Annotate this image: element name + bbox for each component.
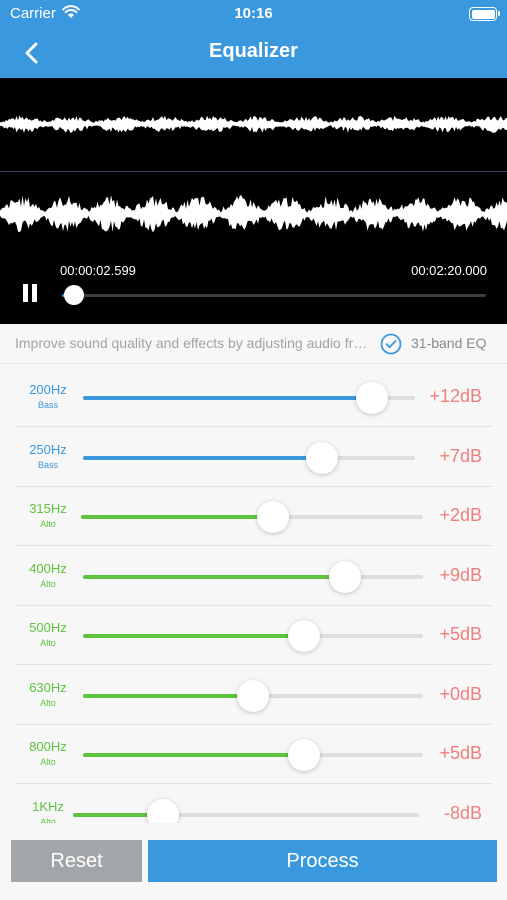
pause-icon[interactable] bbox=[21, 284, 39, 302]
band-slider[interactable] bbox=[83, 739, 423, 771]
band-slider-thumb[interactable] bbox=[306, 441, 338, 474]
band-row: 250Hz Bass +7dB bbox=[15, 427, 492, 487]
band-list: 200Hz Bass +12dB 250Hz Bass +7dB 315Hz Alto +2dB… bbox=[15, 367, 492, 823]
band-row: 1KHz Alto -8dB bbox=[15, 784, 492, 824]
band-gain: +9dB bbox=[439, 564, 482, 585]
page-title: Equalizer bbox=[209, 40, 298, 62]
band-slider-fill bbox=[81, 515, 273, 519]
band-slider-fill bbox=[83, 574, 345, 579]
band-slider[interactable] bbox=[73, 798, 419, 823]
band-slider-thumb[interactable] bbox=[288, 620, 320, 652]
band-slider-fill bbox=[83, 753, 304, 757]
channel-divider bbox=[0, 171, 507, 172]
waveform[interactable] bbox=[0, 78, 507, 258]
current-time: 00:00:02.599 bbox=[60, 263, 136, 278]
band-gain: +5dB bbox=[439, 624, 482, 644]
band-slider-thumb[interactable] bbox=[257, 501, 289, 533]
band-slider-fill bbox=[83, 693, 253, 698]
band-slider-fill bbox=[83, 634, 304, 638]
band-slider-thumb[interactable] bbox=[356, 382, 388, 414]
band-gain: +12dB bbox=[429, 386, 482, 406]
band-row: 500Hz Alto +5dB bbox=[15, 605, 492, 665]
band-gain: -8dB bbox=[443, 802, 482, 823]
clock: 10:16 bbox=[234, 5, 273, 22]
waveform-channel-right bbox=[0, 195, 507, 233]
band-type: Alto bbox=[40, 697, 56, 708]
band-slider-fill bbox=[83, 455, 322, 460]
process-button[interactable]: Process bbox=[148, 840, 497, 882]
band-slider-thumb[interactable] bbox=[237, 679, 269, 712]
band-type: Alto bbox=[40, 519, 56, 529]
reset-button[interactable]: Reset bbox=[11, 840, 142, 882]
band-type: Alto bbox=[40, 638, 56, 648]
band-gain: +7dB bbox=[439, 445, 482, 466]
band-row: 200Hz Bass +12dB bbox=[15, 367, 492, 427]
band-slider[interactable] bbox=[81, 501, 423, 533]
band-slider-thumb[interactable] bbox=[288, 739, 320, 771]
band-frequency: 800Hz bbox=[29, 739, 67, 754]
band-slider-thumb[interactable] bbox=[147, 798, 179, 823]
band-gain: +2dB bbox=[439, 505, 482, 525]
audio-player: 00:00:02.599 00:02:20.000 bbox=[0, 78, 507, 324]
band-slider[interactable] bbox=[83, 679, 423, 712]
eq-mode-label[interactable]: 31-band EQ bbox=[411, 335, 487, 351]
band-frequency: 400Hz bbox=[29, 560, 67, 576]
battery-icon bbox=[469, 7, 500, 21]
eq-info-bar: Improve sound quality and effects by adj… bbox=[0, 324, 507, 364]
action-bar: Reset Process bbox=[0, 825, 507, 900]
band-row: 800Hz Alto +5dB bbox=[15, 724, 492, 784]
band-type: Alto bbox=[40, 816, 56, 824]
band-type: Alto bbox=[40, 757, 56, 767]
band-slider-fill bbox=[83, 396, 372, 400]
band-frequency: 315Hz bbox=[29, 501, 67, 516]
seek-thumb[interactable] bbox=[64, 285, 85, 305]
status-bar: Carrier 10:16 bbox=[0, 0, 507, 28]
band-type: Bass bbox=[37, 459, 58, 470]
band-frequency: 630Hz bbox=[29, 679, 67, 695]
band-frequency: 500Hz bbox=[29, 620, 67, 635]
band-slider[interactable] bbox=[83, 620, 423, 652]
band-slider[interactable] bbox=[83, 382, 415, 414]
playback-seek-bar[interactable] bbox=[62, 294, 486, 297]
band-type: Alto bbox=[40, 578, 56, 589]
band-slider[interactable] bbox=[83, 441, 415, 474]
band-frequency: 200Hz bbox=[29, 382, 67, 397]
band-slider[interactable] bbox=[83, 560, 423, 593]
waveform-channel-left bbox=[0, 115, 507, 133]
band-slider-thumb[interactable] bbox=[329, 560, 361, 593]
band-gain: +5dB bbox=[439, 743, 482, 763]
band-row: 630Hz Alto +0dB bbox=[15, 665, 492, 725]
band-frequency: 250Hz bbox=[29, 441, 67, 457]
checkmark-circle-icon[interactable] bbox=[380, 333, 402, 355]
total-time: 00:02:20.000 bbox=[411, 263, 487, 278]
eq-description: Improve sound quality and effects by adj… bbox=[15, 335, 375, 351]
band-gain: +0dB bbox=[439, 683, 482, 704]
nav-bar: Equalizer bbox=[0, 28, 507, 78]
band-type: Bass bbox=[37, 400, 58, 410]
band-row: 315Hz Alto +2dB bbox=[15, 486, 492, 546]
band-frequency: 1KHz bbox=[32, 798, 64, 814]
band-row: 400Hz Alto +9dB bbox=[15, 546, 492, 606]
